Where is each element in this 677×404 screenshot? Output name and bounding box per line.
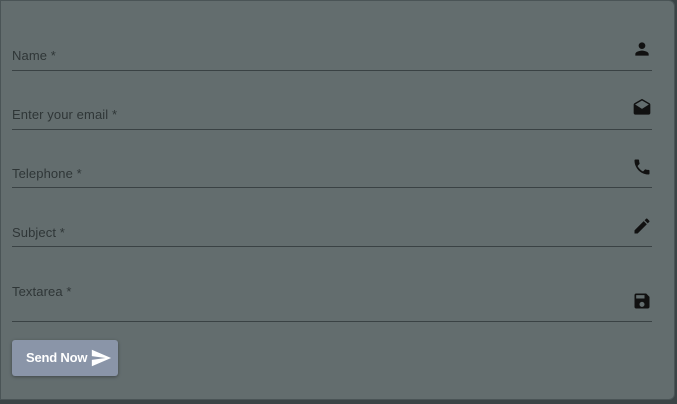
name-field[interactable]: Name *	[12, 36, 652, 71]
send-now-button[interactable]: Send Now	[12, 340, 118, 376]
send-now-label: Send Now	[26, 350, 88, 365]
name-field-label: Name *	[12, 48, 56, 63]
contact-form-card: Name * Enter your email * Telephone * Su…	[0, 0, 675, 400]
envelope-open-icon	[632, 98, 652, 118]
email-field-label: Enter your email *	[12, 107, 118, 122]
telephone-field-label: Telephone *	[12, 166, 82, 181]
textarea-field-label: Textarea *	[12, 284, 72, 299]
send-icon	[90, 347, 112, 369]
subject-field-label: Subject *	[12, 225, 65, 240]
phone-icon	[632, 157, 652, 177]
textarea-field[interactable]: Textarea *	[12, 272, 652, 322]
subject-field[interactable]: Subject *	[12, 213, 652, 247]
save-icon	[632, 291, 652, 311]
email-field[interactable]: Enter your email *	[12, 95, 652, 130]
person-icon	[632, 39, 652, 59]
pencil-icon	[632, 216, 652, 236]
telephone-field[interactable]: Telephone *	[12, 154, 652, 188]
